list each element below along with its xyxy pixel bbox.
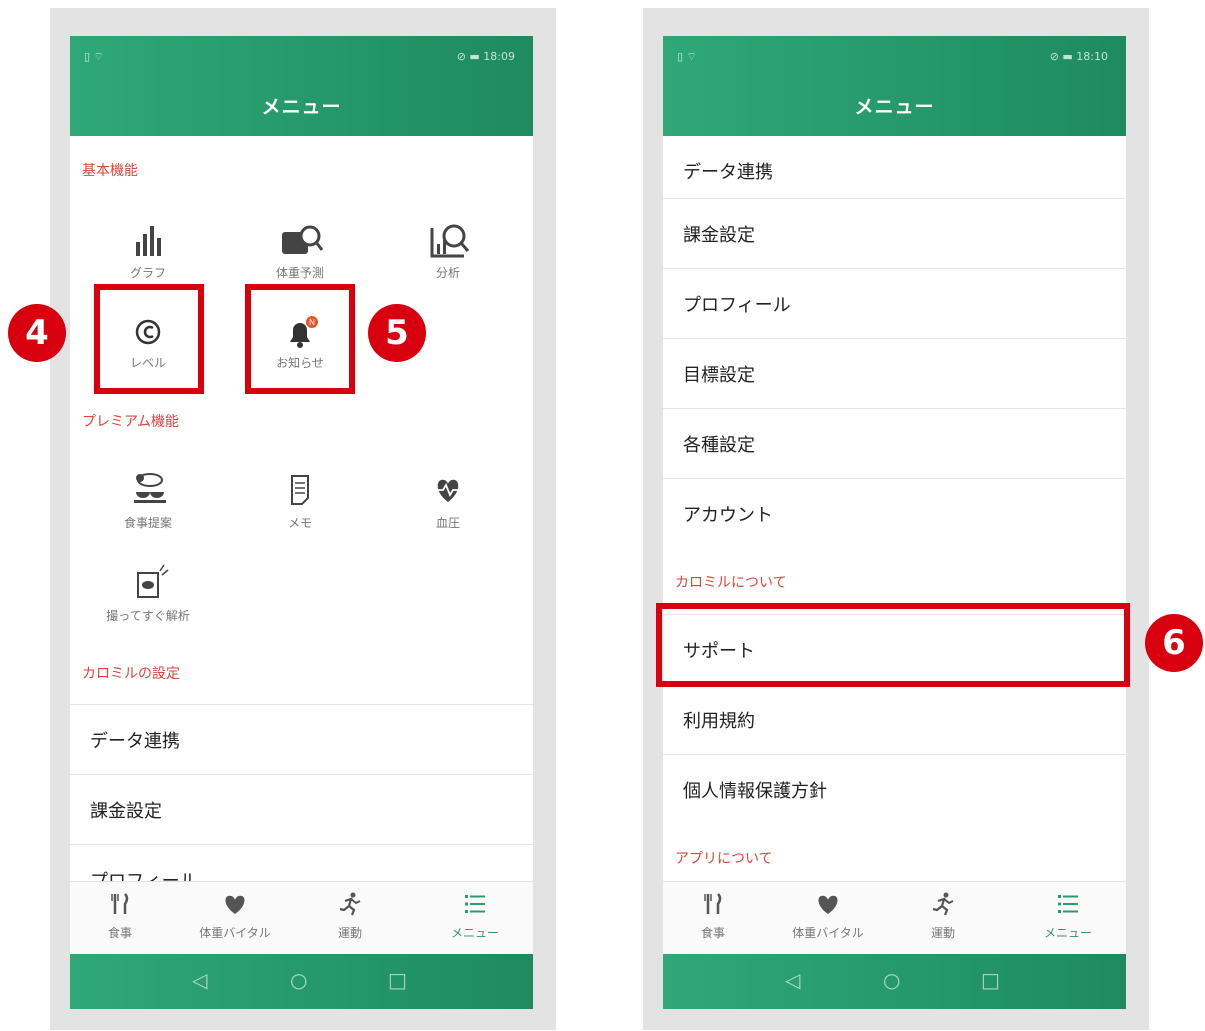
row-label: 課金設定 [90, 801, 162, 822]
highlight-level [94, 284, 204, 394]
grid-item-photo-analysis[interactable]: 撮ってすぐ解析 [98, 561, 198, 624]
row-label: プロフィール [683, 295, 791, 316]
tab-label: 体重バイタル [199, 926, 271, 940]
grid-label: メモ [287, 516, 312, 530]
status-right: ⊘ ▬ 18:10 [1049, 50, 1108, 63]
menu-row-billing[interactable]: 課金設定 [70, 774, 533, 845]
grid-label: グラフ [129, 266, 166, 280]
row-label: 利用規約 [683, 711, 755, 732]
menu-row-goal[interactable]: 目標設定 [663, 338, 1126, 409]
grid-label: 撮ってすぐ解析 [106, 609, 190, 623]
grid-label: 体重予測 [275, 266, 324, 280]
back-icon[interactable]: ◁ [192, 968, 207, 992]
tab-weight-vital[interactable]: 体重バイタル [185, 892, 285, 941]
menu-row-account[interactable]: アカウント [663, 478, 1126, 549]
section-settings: カロミルの設定 [82, 666, 180, 682]
tab-label: 食事 [700, 926, 725, 940]
recents-icon[interactable]: □ [981, 968, 1000, 992]
menu-row-terms[interactable]: 利用規約 [663, 684, 1126, 755]
bottom-nav: 食事 体重バイタル 運動 メニュー [70, 881, 533, 955]
status-bar: ▯ ⌔ ⊘ ▬ 18:09 [70, 36, 533, 74]
tab-label: 食事 [107, 926, 132, 940]
tab-menu[interactable]: メニュー [425, 892, 525, 941]
tab-exercise[interactable]: 運動 [893, 892, 993, 941]
status-left: ▯ ⌔ [677, 50, 697, 63]
tab-meal[interactable]: 食事 [663, 892, 763, 941]
menu-row-privacy[interactable]: 個人情報保護方針 [663, 754, 1126, 825]
row-label: データ連携 [683, 162, 773, 183]
grid-item-graph[interactable]: グラフ [98, 218, 198, 281]
tab-menu[interactable]: メニュー [1018, 892, 1118, 941]
back-icon[interactable]: ◁ [785, 968, 800, 992]
scale-search-icon [282, 225, 324, 254]
heart-pulse-icon [436, 479, 460, 502]
row-label: 課金設定 [683, 225, 755, 246]
left-phone-frame: メニュー ▯ ⌔ ⊘ ▬ 18:09 基本機能 グラフ 体重予測 分析 レベル … [50, 8, 556, 1030]
row-label: アカウント [683, 505, 773, 526]
heart-icon [225, 895, 245, 914]
grid-label: 分析 [435, 266, 460, 280]
heart-icon [818, 895, 838, 914]
callout-badge-5: 5 [368, 304, 426, 362]
memo-icon [291, 475, 309, 505]
meal-dish-icon [134, 473, 166, 503]
list-menu-icon [1058, 895, 1078, 913]
grid-item-analysis[interactable]: 分析 [398, 218, 498, 281]
right-phone-screen: メニュー ▯ ⌔ ⊘ ▬ 18:10 データ連携 課金設定 プロフィール 目標設… [663, 36, 1126, 1009]
system-nav-bar: ◁ ○ □ [663, 954, 1126, 1009]
section-about: カロミルについて [675, 575, 787, 591]
row-label: データ連携 [90, 731, 180, 752]
callout-badge-6: 6 [1145, 614, 1203, 672]
status-left: ▯ ⌔ [84, 50, 104, 63]
menu-row-profile[interactable]: プロフィール [663, 268, 1126, 339]
grid-item-meal-suggestion[interactable]: 食事提案 [98, 468, 198, 531]
tab-weight-vital[interactable]: 体重バイタル [778, 892, 878, 941]
grid-item-memo[interactable]: メモ [250, 468, 350, 531]
fork-knife-icon [704, 893, 722, 914]
grid-label: 食事提案 [123, 516, 172, 530]
highlight-support [656, 603, 1130, 687]
bar-chart-icon [136, 226, 161, 256]
tab-exercise[interactable]: 運動 [300, 892, 400, 941]
menu-row-data-link[interactable]: データ連携 [663, 136, 1126, 206]
home-icon[interactable]: ○ [883, 968, 900, 992]
recents-icon[interactable]: □ [388, 968, 407, 992]
row-label: 個人情報保護方針 [683, 781, 827, 802]
header-title: メニュー [854, 96, 935, 118]
grid-item-blood-pressure[interactable]: 血圧 [398, 468, 498, 531]
list-menu-icon [465, 895, 485, 913]
header-title: メニュー [261, 96, 342, 118]
runner-icon [339, 892, 361, 916]
row-label: 目標設定 [683, 365, 755, 386]
grid-item-weight-forecast[interactable]: 体重予測 [250, 218, 350, 281]
section-premium: プレミアム機能 [82, 414, 180, 430]
fork-knife-icon [111, 893, 129, 914]
callout-badge-4: 4 [8, 304, 66, 362]
right-phone-frame: メニュー ▯ ⌔ ⊘ ▬ 18:10 データ連携 課金設定 プロフィール 目標設… [643, 8, 1149, 1030]
system-nav-bar: ◁ ○ □ [70, 954, 533, 1009]
bottom-nav: 食事 体重バイタル 運動 メニュー [663, 881, 1126, 955]
row-label: 各種設定 [683, 435, 755, 456]
tab-label: 運動 [930, 926, 955, 940]
tab-label: 運動 [337, 926, 362, 940]
highlight-notifications [245, 284, 355, 394]
menu-row-billing[interactable]: 課金設定 [663, 198, 1126, 269]
section-app: アプリについて [675, 851, 773, 867]
analysis-search-icon [430, 224, 470, 258]
menu-row-settings[interactable]: 各種設定 [663, 408, 1126, 479]
home-icon[interactable]: ○ [290, 968, 307, 992]
tab-label: メニュー [1043, 926, 1092, 940]
left-phone-screen: メニュー ▯ ⌔ ⊘ ▬ 18:09 基本機能 グラフ 体重予測 分析 レベル … [70, 36, 533, 1009]
grid-label: 血圧 [435, 516, 460, 530]
tab-label: メニュー [450, 926, 499, 940]
status-bar: ▯ ⌔ ⊘ ▬ 18:10 [663, 36, 1126, 74]
photo-plate-icon [137, 564, 169, 598]
tab-meal[interactable]: 食事 [70, 892, 170, 941]
runner-icon [932, 892, 954, 916]
status-right: ⊘ ▬ 18:09 [456, 50, 515, 63]
section-basic: 基本機能 [82, 163, 138, 179]
menu-row-data-link[interactable]: データ連携 [70, 704, 533, 775]
tab-label: 体重バイタル [792, 926, 864, 940]
